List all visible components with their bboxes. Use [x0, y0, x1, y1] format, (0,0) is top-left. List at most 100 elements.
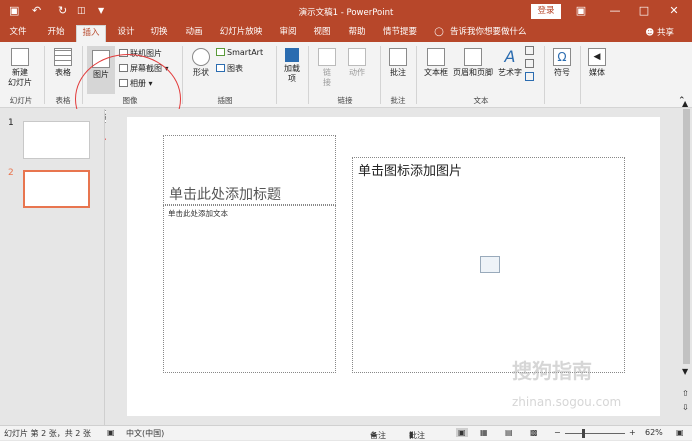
divider	[544, 46, 545, 104]
tab-file[interactable]: 文件	[4, 25, 32, 42]
shapes-icon	[192, 48, 210, 66]
slideshow-view-icon[interactable]: ▩	[530, 428, 538, 437]
table-icon	[54, 48, 72, 66]
wordart-label: 艺术字	[498, 68, 522, 77]
tab-transitions[interactable]: 切换	[145, 25, 173, 42]
table-button[interactable]: 表格	[50, 48, 76, 78]
tab-review[interactable]: 审阅	[274, 25, 302, 42]
text-placeholder[interactable]: 单击此处添加文本	[163, 205, 336, 373]
slide-thumbnail-1[interactable]	[23, 121, 90, 159]
maximize-button[interactable]: □	[634, 2, 654, 20]
fit-to-window-icon[interactable]: ▣	[676, 428, 684, 437]
ribbon-tabs: 文件 开始 插入 设计 切换 动画 幻灯片放映 审阅 视图 帮助 情节提要 ◯ …	[0, 23, 692, 42]
zoom-in-button[interactable]: +	[629, 428, 636, 437]
tell-me-search[interactable]: 告诉我你想要做什么	[450, 25, 530, 42]
new-slide-button[interactable]: 新建 幻灯片	[6, 48, 34, 88]
chart-button[interactable]: 图表	[216, 63, 243, 74]
action-label: 动作	[349, 68, 365, 77]
addins-button[interactable]: 加载 项	[281, 48, 303, 84]
watermark-url: zhinan.sogou.com	[512, 395, 622, 409]
scroll-down-icon[interactable]: ▼	[682, 367, 688, 376]
wordart-button[interactable]: A 艺术字	[497, 48, 523, 78]
share-button[interactable]: ☻ 共享	[645, 26, 674, 38]
wordart-icon: A	[504, 47, 516, 66]
media-button[interactable]: ◀ 媒体	[585, 48, 609, 78]
share-label: 共享	[656, 28, 674, 38]
watermark-text: 搜狗指南	[512, 359, 592, 383]
smartart-label: SmartArt	[227, 48, 264, 57]
spelling-icon[interactable]: ▣	[107, 428, 115, 437]
slide-number-icon[interactable]	[525, 59, 534, 68]
title-placeholder-text: 单击此处添加标题	[169, 187, 281, 203]
link-icon	[318, 48, 336, 66]
tab-view[interactable]: 视图	[308, 25, 336, 42]
group-label-text: 文本	[473, 96, 489, 105]
vertical-scrollbar[interactable]: ▲ ▼ ⇧ ⇩	[681, 99, 692, 425]
next-slide-icon[interactable]: ⇩	[682, 403, 689, 412]
reading-view-icon[interactable]: ▤	[505, 428, 513, 437]
action-button[interactable]: 动作	[345, 48, 369, 78]
comment-label: 批注	[390, 68, 406, 77]
smartart-button[interactable]: SmartArt	[216, 48, 263, 57]
smartart-icon	[216, 48, 225, 56]
group-label-comments: 批注	[390, 96, 406, 105]
group-label-slides: 幻灯片	[9, 96, 33, 105]
tab-help[interactable]: 帮助	[343, 25, 371, 42]
tab-slideshow[interactable]: 幻灯片放映	[216, 25, 266, 42]
notes-label: 备注	[370, 431, 386, 440]
slide-info: 幻灯片 第 2 张，共 2 张	[4, 429, 91, 438]
user-icon: ☻	[645, 28, 657, 38]
scrollbar-thumb[interactable]	[683, 109, 690, 364]
title-bar: ▣ ↶ ↻ ◫ ▼ 演示文稿1 - PowerPoint 登录 ▣ — □ ✕	[0, 0, 692, 23]
text-extra-buttons[interactable]	[525, 46, 537, 81]
normal-view-icon[interactable]: ▣	[456, 428, 468, 437]
divider	[416, 46, 417, 104]
date-time-icon[interactable]	[525, 46, 534, 55]
zoom-slider-track[interactable]	[565, 433, 625, 434]
language-indicator[interactable]: 中文(中国)	[126, 428, 164, 439]
tab-home[interactable]: 开始	[42, 25, 70, 42]
login-button[interactable]: 登录	[531, 4, 561, 19]
group-label-illustrations: 插图	[217, 96, 233, 105]
action-star-icon	[348, 48, 366, 66]
link-label: 链 接	[323, 68, 331, 87]
scroll-up-icon[interactable]: ▲	[682, 99, 688, 108]
comment-button[interactable]: 批注	[386, 48, 410, 78]
tab-insert[interactable]: 插入	[76, 25, 106, 42]
group-label-tables: 表格	[55, 96, 71, 105]
zoom-slider-handle[interactable]	[582, 429, 585, 438]
textbox-button[interactable]: 文本框	[422, 48, 450, 78]
insert-picture-icon[interactable]	[480, 256, 500, 273]
picture-placeholder-text: 单击图标添加图片	[358, 164, 463, 179]
object-icon[interactable]	[525, 72, 534, 81]
divider	[44, 46, 45, 104]
new-slide-label: 新建 幻灯片	[8, 68, 32, 87]
close-button[interactable]: ✕	[664, 2, 684, 20]
slide-sorter-icon[interactable]: ▦	[480, 428, 488, 437]
zoom-level[interactable]: 62%	[645, 428, 663, 437]
header-footer-label: 页眉和页脚	[453, 68, 493, 77]
slide-thumbnail-2[interactable]	[23, 170, 90, 208]
shapes-button[interactable]: 形状	[188, 48, 214, 78]
table-label: 表格	[55, 68, 71, 77]
ribbon-display-options-icon[interactable]: ▣	[571, 2, 591, 20]
previous-slide-icon[interactable]: ⇧	[682, 389, 689, 398]
tab-storyboarding[interactable]: 情节提要	[378, 25, 422, 42]
divider	[580, 46, 581, 104]
picture-placeholder[interactable]: 单击图标添加图片	[352, 157, 625, 373]
chart-icon	[216, 64, 225, 72]
title-placeholder[interactable]: 单击此处添加标题	[163, 135, 336, 205]
status-bar: 幻灯片 第 2 张，共 2 张 ▣ 中文(中国) ≡ 备注 ▮ 批注 ▣ ▦ ▤…	[0, 425, 692, 440]
slide-number: 2	[8, 168, 14, 178]
header-footer-button[interactable]: 页眉和页脚	[451, 48, 495, 78]
new-slide-icon	[11, 48, 29, 66]
divider	[308, 46, 309, 104]
zoom-out-button[interactable]: −	[554, 428, 561, 437]
tab-animations[interactable]: 动画	[180, 25, 208, 42]
link-button[interactable]: 链 接	[316, 48, 338, 88]
slide-thumbnails-pane: 1 2	[0, 109, 105, 425]
lightbulb-icon: ◯	[434, 27, 444, 37]
minimize-button[interactable]: —	[605, 2, 625, 20]
tab-design[interactable]: 设计	[112, 25, 140, 42]
symbol-button[interactable]: Ω 符号	[550, 48, 574, 78]
